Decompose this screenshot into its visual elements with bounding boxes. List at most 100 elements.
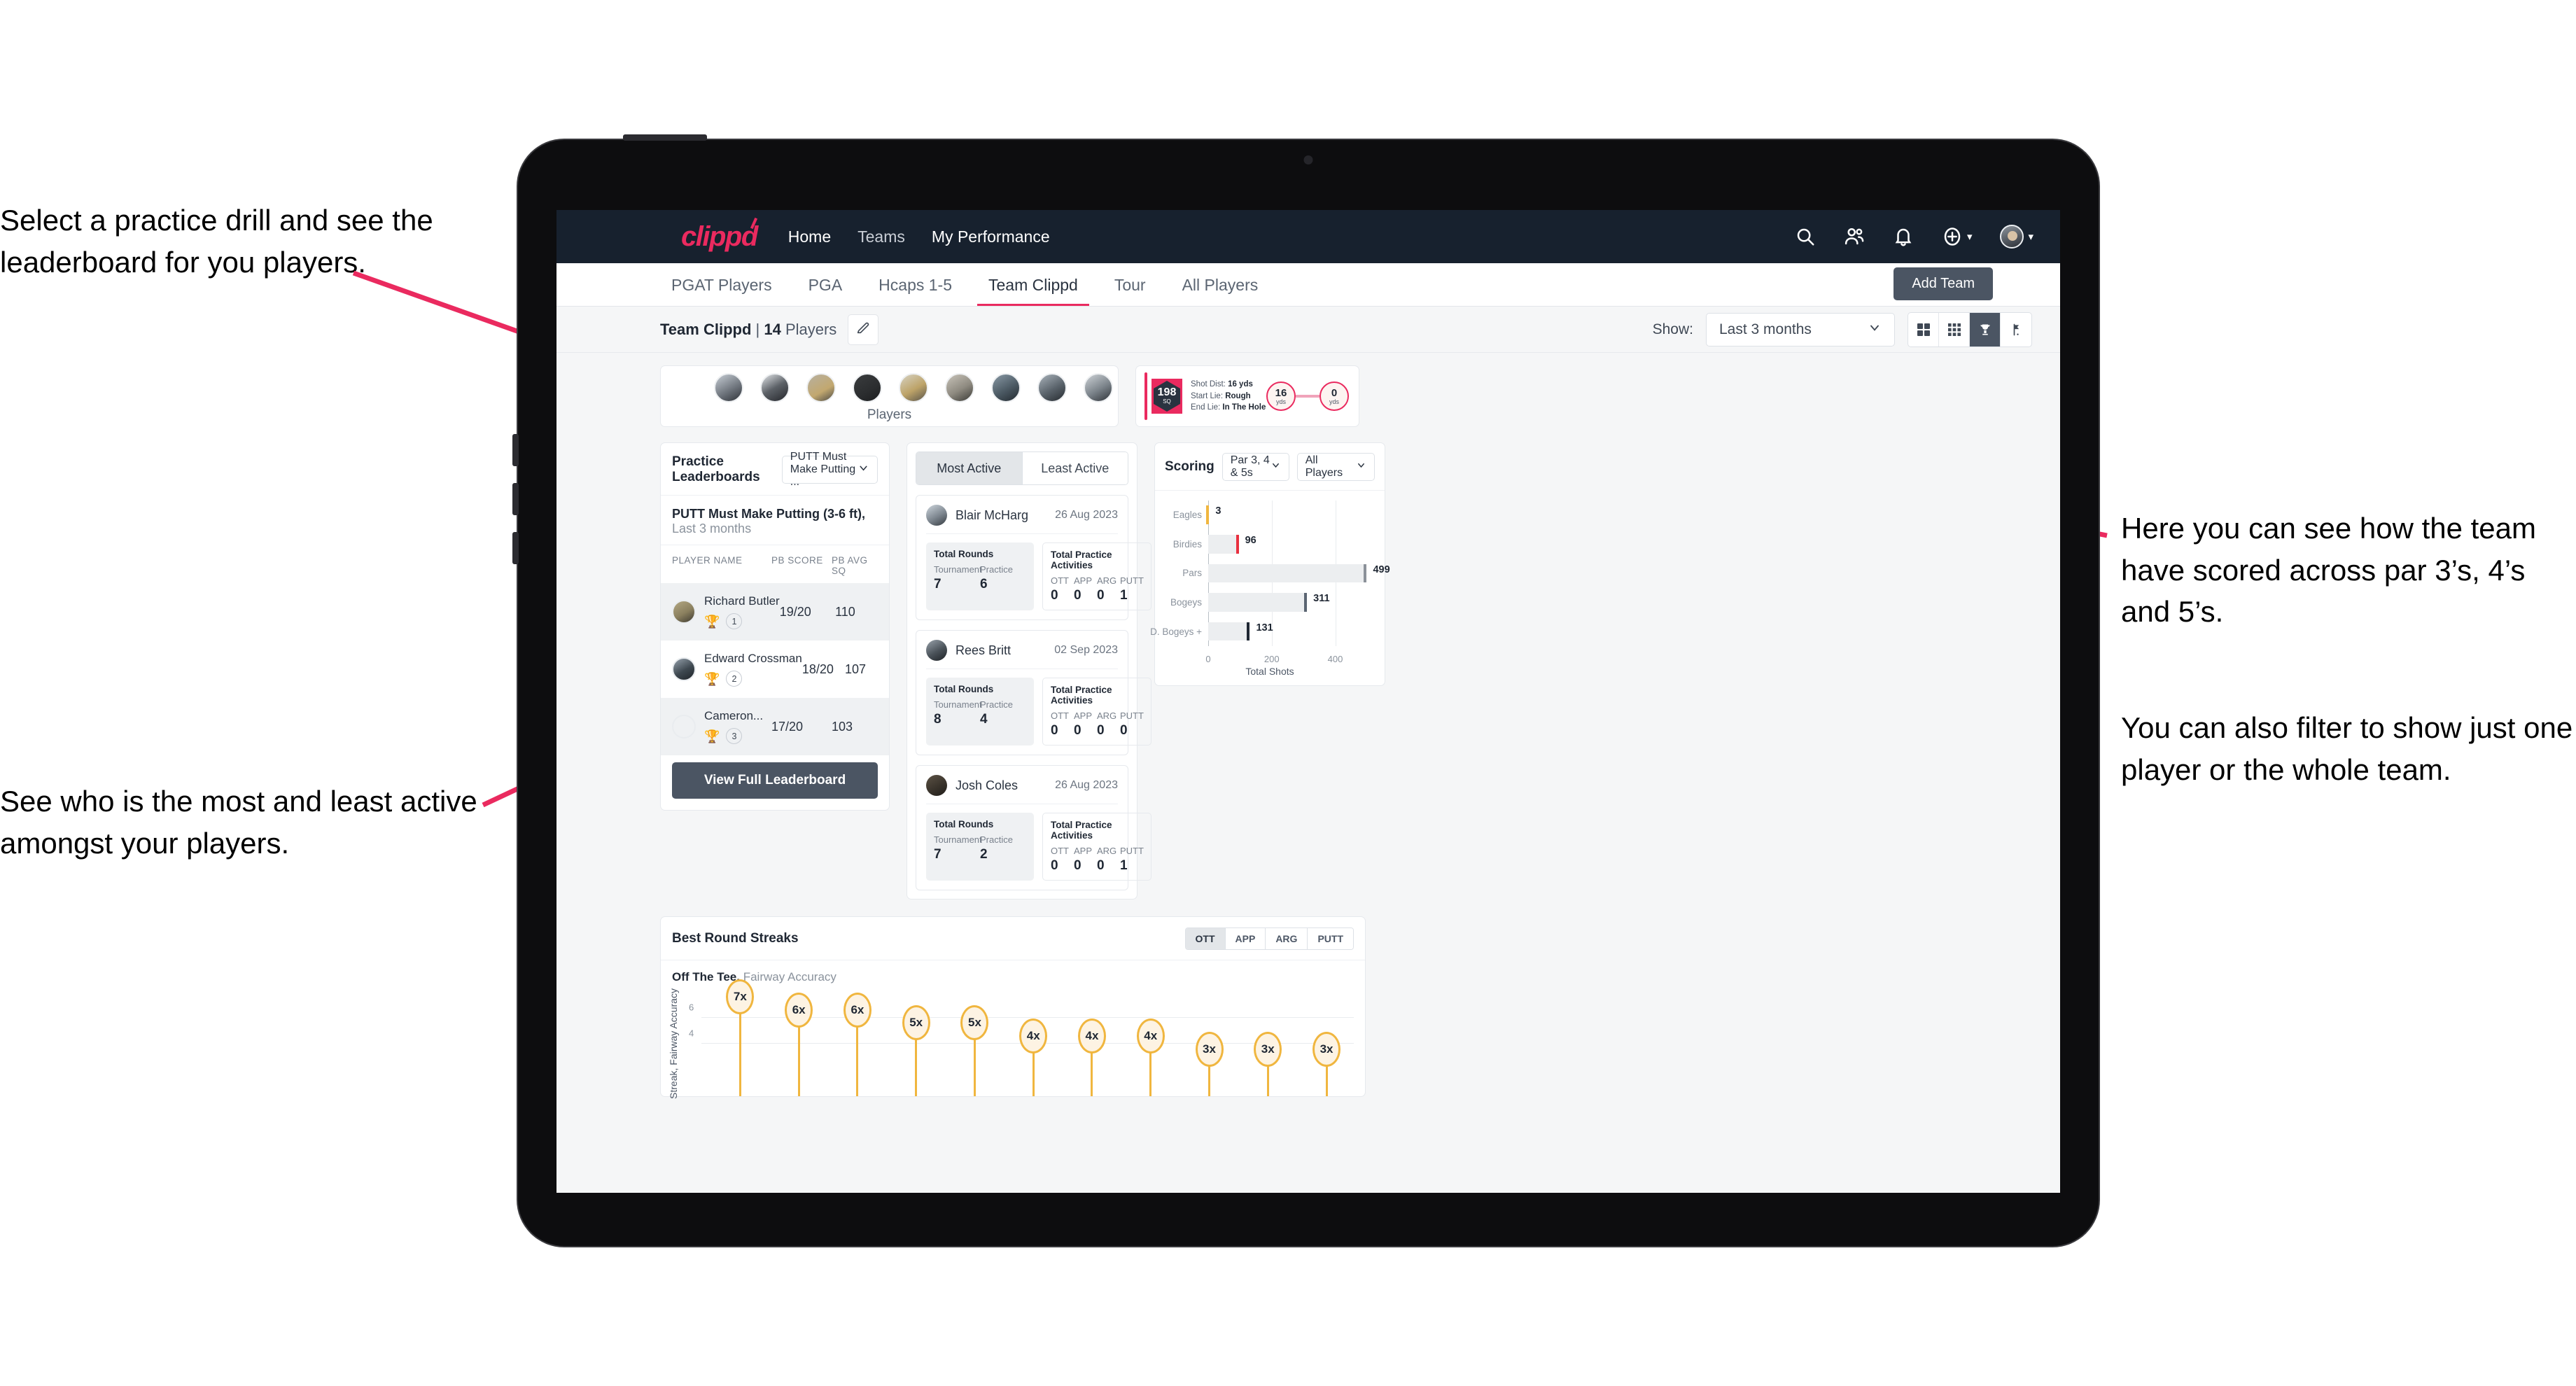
- nav-link-teams[interactable]: Teams: [858, 227, 905, 246]
- trophy-icon: 🏆: [704, 614, 720, 629]
- dashboard-content: Players 198 SQ Shot Dist: 16 yds Start L…: [556, 365, 2060, 1099]
- streaks-tab-app[interactable]: APP: [1224, 928, 1266, 949]
- leaderboard-pb-score: 17/20: [771, 719, 804, 734]
- activity-player-date: 26 Aug 2023: [1055, 509, 1118, 521]
- volume-button-2[interactable]: [512, 483, 519, 515]
- avatar: [926, 640, 947, 661]
- lollipop-stem: [856, 1017, 859, 1096]
- acts-arg-value: 0: [1097, 588, 1105, 603]
- view-trophy-button[interactable]: [1970, 312, 2001, 346]
- lollipop-value-bubble: 3x: [1195, 1031, 1224, 1067]
- player-avatar[interactable]: [806, 373, 836, 402]
- add-team-button[interactable]: Add Team: [1893, 267, 1993, 300]
- player-filter-select[interactable]: All Players: [1296, 453, 1375, 481]
- practice-leaderboards-card: Practice Leaderboards PUTT Must Make Put…: [660, 442, 890, 811]
- acts-col-arg: ARG: [1097, 846, 1117, 856]
- tab-hcaps-1-5[interactable]: Hcaps 1-5: [867, 276, 963, 306]
- player-avatar[interactable]: [991, 373, 1021, 402]
- add-menu[interactable]: ▾: [1942, 226, 1972, 247]
- player-avatar[interactable]: [1037, 373, 1067, 402]
- view-grid-large-button[interactable]: [1908, 312, 1939, 346]
- table-row[interactable]: Edward Crossman 🏆 2 18/20 107: [661, 640, 889, 698]
- chart-bar-row: Bogeys 311: [1170, 593, 1373, 612]
- activity-player-date: 02 Sep 2023: [1054, 644, 1118, 656]
- annotation-scoring: Here you can see how the team have score…: [2121, 512, 2537, 629]
- leaderboard-column-headers: PLAYER NAME PB SCORE PB AVG SQ: [661, 545, 889, 583]
- activity-player-card[interactable]: Blair McHarg 26 Aug 2023 Total Rounds To…: [916, 495, 1152, 620]
- edit-team-button[interactable]: [848, 314, 879, 345]
- total-rounds-block: Total Rounds Tournament Practice 8 4: [926, 678, 1034, 746]
- player-avatar[interactable]: [853, 373, 882, 402]
- par-filter-select[interactable]: Par 3, 4 & 5s: [1222, 453, 1289, 481]
- period-select[interactable]: Last 3 months: [1706, 312, 1895, 346]
- shot-detail-card: 198 SQ Shot Dist: 16 yds Start Lie: Roug…: [1135, 365, 1359, 427]
- nav-link-my-performance[interactable]: My Performance: [932, 227, 1050, 246]
- chart-bar-row: Pars 499: [1182, 564, 1390, 583]
- player-avatar[interactable]: [714, 373, 743, 402]
- drill-select[interactable]: PUTT Must Make Putting ...: [781, 451, 878, 488]
- tab-tour[interactable]: Tour: [1103, 276, 1157, 306]
- bar-value-label: 131: [1256, 622, 1273, 634]
- acts-arg-value: 0: [1097, 858, 1105, 873]
- streaks-tab-arg[interactable]: ARG: [1265, 928, 1308, 949]
- view-grid-small-button[interactable]: [1939, 312, 1970, 346]
- tab-team-clippd[interactable]: Team Clippd: [977, 276, 1089, 306]
- profile-menu[interactable]: ▾: [2000, 225, 2033, 248]
- bar-cap: [1236, 535, 1239, 554]
- hexagon-badge: 198 SQ: [1154, 381, 1180, 412]
- bell-icon[interactable]: [1893, 226, 1914, 247]
- tab-pgat-players[interactable]: PGAT Players: [660, 276, 783, 306]
- tab-all-players[interactable]: All Players: [1171, 276, 1270, 306]
- player-avatar[interactable]: [945, 373, 974, 402]
- acts-values: 0 0 0 0: [1051, 723, 1143, 738]
- tab-pga[interactable]: PGA: [797, 276, 854, 306]
- players-avatars-card: Players: [660, 365, 1119, 427]
- tab-most-active[interactable]: Most Active: [916, 452, 1022, 484]
- activity-toggle: Most Active Least Active: [916, 451, 1128, 485]
- streaks-plot-area: Streak, Fairway Accuracy 4 6 7x 6x 6x 5x 5x 4x 4…: [668, 979, 1354, 1099]
- trophy-icon: 🏆: [704, 671, 720, 686]
- streaks-tab-putt[interactable]: PUTT: [1307, 928, 1353, 949]
- search-icon[interactable]: [1795, 226, 1816, 247]
- acts-putt-value: 0: [1120, 723, 1128, 738]
- player-avatar[interactable]: [899, 373, 928, 402]
- player-avatar[interactable]: [760, 373, 790, 402]
- acts-ott-value: 0: [1051, 723, 1058, 738]
- table-row[interactable]: Richard Butler 🏆 1 19/20 110: [661, 583, 889, 640]
- end-distance-marker: 0 yds: [1320, 382, 1349, 411]
- tab-least-active[interactable]: Least Active: [1021, 452, 1128, 484]
- shot-dist-label: Shot Dist:: [1191, 379, 1228, 388]
- streaks-y-axis-label: Streak, Fairway Accuracy: [668, 988, 679, 1099]
- leaderboard-player-name: Richard Butler: [704, 594, 780, 608]
- start-lie-value: Rough: [1225, 391, 1251, 400]
- leaderboard-pb-avg-sq: 107: [845, 662, 867, 676]
- acts-col-arg: ARG: [1097, 575, 1117, 586]
- rounds-practice-value: 4: [980, 712, 988, 727]
- table-row[interactable]: Cameron... 🏆 3 17/20 103: [661, 698, 889, 755]
- scoring-plot-area: 0 200 400 Eagles 3 Birdies 96 Pars 499 Bogeys 311 D…: [1150, 500, 1390, 664]
- y-axis-tick: 6: [689, 1002, 694, 1012]
- activity-player-card[interactable]: Josh Coles 26 Aug 2023 Total Rounds Tour…: [916, 765, 1152, 890]
- acts-values: 0 0 0 1: [1051, 858, 1143, 874]
- plus-circle-icon[interactable]: [1942, 226, 1963, 247]
- clippd-logo[interactable]: clippd: [681, 217, 758, 253]
- nav-link-home[interactable]: Home: [788, 227, 831, 246]
- volume-button-1[interactable]: [512, 434, 519, 466]
- leaderboard-player-cell: Edward Crossman 🏆 2: [696, 652, 802, 687]
- streaks-metric-desc: Fairway Accuracy: [739, 970, 836, 983]
- chart-bar: 311: [1208, 593, 1330, 612]
- avatar[interactable]: [2000, 225, 2024, 248]
- view-flag-button[interactable]: [2001, 313, 2031, 346]
- power-button[interactable]: [623, 134, 707, 141]
- streaks-tab-ott[interactable]: OTT: [1185, 928, 1225, 949]
- leaderboard-drill-name: PUTT Must Make Putting (3-6 ft),: [672, 507, 865, 521]
- lollipop-stem: [797, 1017, 800, 1096]
- volume-button-3[interactable]: [512, 532, 519, 564]
- view-full-leaderboard-button[interactable]: View Full Leaderboard: [672, 762, 878, 799]
- col-pb-avg-sq: PB AVG SQ: [832, 555, 868, 576]
- tablet-device-frame: clippd Home Teams My Performance ▾ ▾ PGA…: [512, 134, 2099, 1246]
- people-icon[interactable]: [1844, 226, 1865, 247]
- activity-player-card[interactable]: Rees Britt 02 Sep 2023 Total Rounds Tour…: [916, 630, 1152, 755]
- drill-select-value: PUTT Must Make Putting ...: [790, 451, 856, 488]
- player-avatar[interactable]: [1084, 373, 1113, 402]
